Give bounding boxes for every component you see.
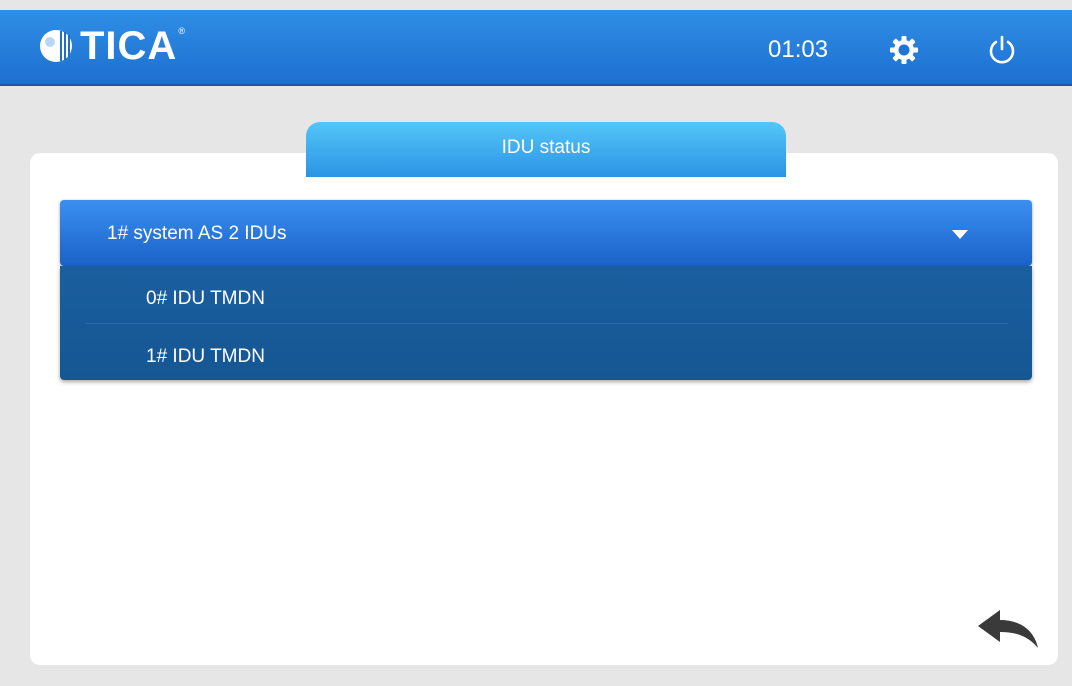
dropdown-option-label: 1# IDU TMDN (146, 346, 265, 367)
system-select-value: 1# system AS 2 IDUs (107, 223, 287, 244)
logo-mark-icon (40, 30, 72, 62)
registered-mark: ® (178, 26, 185, 36)
dropdown-option[interactable]: 1# IDU TMDN (60, 323, 1032, 380)
tab-idu-status[interactable]: IDU status (306, 122, 786, 177)
dropdown-option[interactable]: 0# IDU TMDN (60, 266, 1032, 324)
top-bar: TICA ® 01:03 (0, 10, 1072, 86)
dropdown-options-list: 0# IDU TMDN 1# IDU TMDN (60, 266, 1032, 380)
tab-label: IDU status (501, 136, 591, 158)
logo-text: TICA (80, 24, 178, 68)
back-arrow-icon[interactable] (976, 610, 1040, 650)
gear-icon[interactable] (889, 35, 919, 65)
tica-logo: TICA ® (36, 26, 185, 66)
dropdown-arrow-icon (952, 230, 968, 239)
clock-time: 01:03 (768, 36, 829, 63)
system-select-dropdown[interactable]: 1# system AS 2 IDUs (60, 200, 1032, 266)
power-icon[interactable] (986, 34, 1018, 66)
dropdown-option-label: 0# IDU TMDN (146, 288, 265, 309)
